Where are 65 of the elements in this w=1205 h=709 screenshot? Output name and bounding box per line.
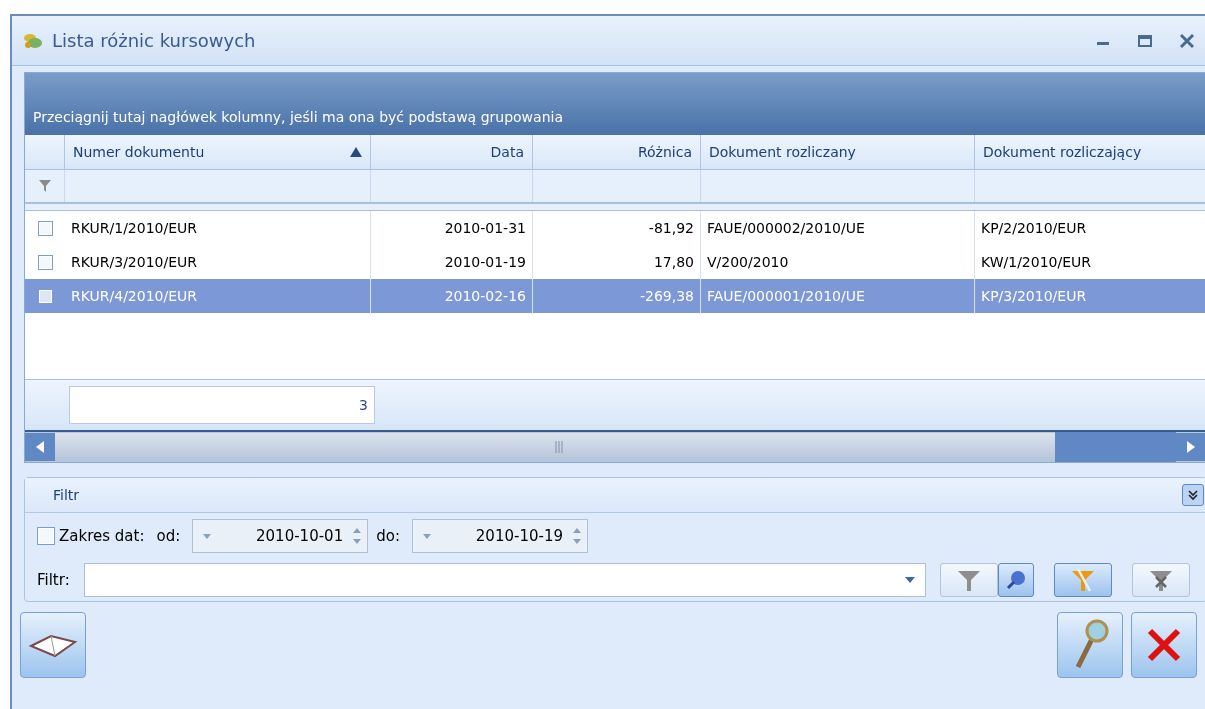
pin-icon bbox=[1004, 569, 1027, 591]
table-cell: 17,80 bbox=[653, 254, 694, 270]
dropdown-arrow-icon bbox=[423, 533, 431, 539]
filter-panel-title: Filtr bbox=[53, 487, 80, 503]
group-panel-hint: Przeciągnij tutaj nagłówek kolumny, jeśli ma ona być podstawą grupowania bbox=[33, 109, 563, 125]
column-header[interactable]: Różnica bbox=[533, 135, 701, 170]
dropdown-arrow-icon[interactable] bbox=[904, 577, 915, 583]
filter-icon[interactable] bbox=[38, 179, 51, 193]
table-cell: RKUR/4/2010/EUR bbox=[71, 288, 197, 304]
indicator-header bbox=[25, 135, 65, 170]
from-label: od: bbox=[156, 527, 181, 545]
app-icon bbox=[22, 31, 44, 50]
column-header[interactable]: Data bbox=[371, 135, 533, 170]
table-cell: V/200/2010 bbox=[707, 254, 789, 270]
table-cell: KW/1/2010/EUR bbox=[981, 254, 1092, 270]
date-range-checkbox[interactable] bbox=[37, 527, 55, 545]
book-button[interactable] bbox=[20, 612, 86, 678]
table-cell: 2010-02-16 bbox=[444, 288, 526, 304]
filter-cell[interactable] bbox=[975, 170, 1205, 202]
to-label: do: bbox=[376, 527, 400, 545]
table-cell: KP/3/2010/EUR bbox=[981, 288, 1087, 304]
clear-filter-button[interactable] bbox=[1131, 563, 1190, 597]
row-checkbox[interactable] bbox=[37, 288, 53, 304]
table-row[interactable]: RKUR/1/2010/EUR 2010-01-31 -81,92 FAUE/000002/2010/UE KP/2/2010/EUR bbox=[25, 211, 1205, 245]
scroll-left-icon[interactable] bbox=[25, 433, 55, 461]
table-cell: 2010-01-31 bbox=[444, 220, 526, 236]
scroll-right-icon[interactable] bbox=[1176, 433, 1205, 461]
close-button[interactable] bbox=[1131, 612, 1197, 678]
apply-filter-button[interactable] bbox=[939, 563, 998, 597]
spinner-icon[interactable] bbox=[353, 527, 362, 545]
filter-cell[interactable] bbox=[371, 170, 533, 202]
table-cell: 2010-01-19 bbox=[444, 254, 526, 270]
table-cell: -81,92 bbox=[648, 220, 694, 236]
horizontal-scrollbar[interactable] bbox=[25, 430, 1205, 462]
maximize-icon[interactable] bbox=[1137, 32, 1153, 49]
column-header[interactable]: Numer dokumentu bbox=[65, 135, 371, 170]
from-date-field[interactable]: 2010-10-01 bbox=[192, 519, 369, 553]
window-title: Lista różnic kursowych bbox=[52, 30, 256, 51]
double-chevron-icon bbox=[1186, 488, 1200, 502]
filter-combo-field[interactable] bbox=[83, 563, 926, 597]
table-cell: RKUR/1/2010/EUR bbox=[71, 220, 197, 236]
table-cell: -269,38 bbox=[639, 288, 694, 304]
column-header[interactable]: Dokument rozliczający bbox=[975, 135, 1205, 170]
filter-cell[interactable] bbox=[533, 170, 701, 202]
spinner-icon[interactable] bbox=[573, 527, 581, 545]
scrollbar-thumb[interactable] bbox=[55, 433, 1055, 461]
filter-label: Filtr: bbox=[37, 571, 70, 589]
collapse-button[interactable] bbox=[1182, 484, 1204, 506]
to-date-field[interactable]: 2010-10-19 bbox=[412, 519, 588, 553]
table-cell: KP/2/2010/EUR bbox=[981, 220, 1087, 236]
table-cell: RKUR/3/2010/EUR bbox=[71, 254, 197, 270]
row-checkbox[interactable] bbox=[37, 254, 53, 270]
column-header[interactable]: Dokument rozliczany bbox=[701, 135, 975, 170]
pin-button[interactable] bbox=[997, 563, 1034, 597]
filter-cell[interactable] bbox=[701, 170, 975, 202]
dropdown-arrow-icon bbox=[203, 533, 212, 539]
filter-builder-button[interactable] bbox=[1053, 563, 1112, 597]
table-cell: FAUE/000002/2010/UE bbox=[707, 220, 865, 236]
table-cell: FAUE/000001/2010/UE bbox=[707, 288, 865, 304]
filter-cell[interactable] bbox=[65, 170, 371, 202]
row-count-summary: 3 bbox=[69, 386, 375, 424]
row-checkbox[interactable] bbox=[37, 220, 53, 236]
date-range-label: Zakres dat: bbox=[59, 527, 145, 545]
search-button[interactable] bbox=[1057, 612, 1123, 678]
close-icon[interactable] bbox=[1179, 32, 1195, 49]
